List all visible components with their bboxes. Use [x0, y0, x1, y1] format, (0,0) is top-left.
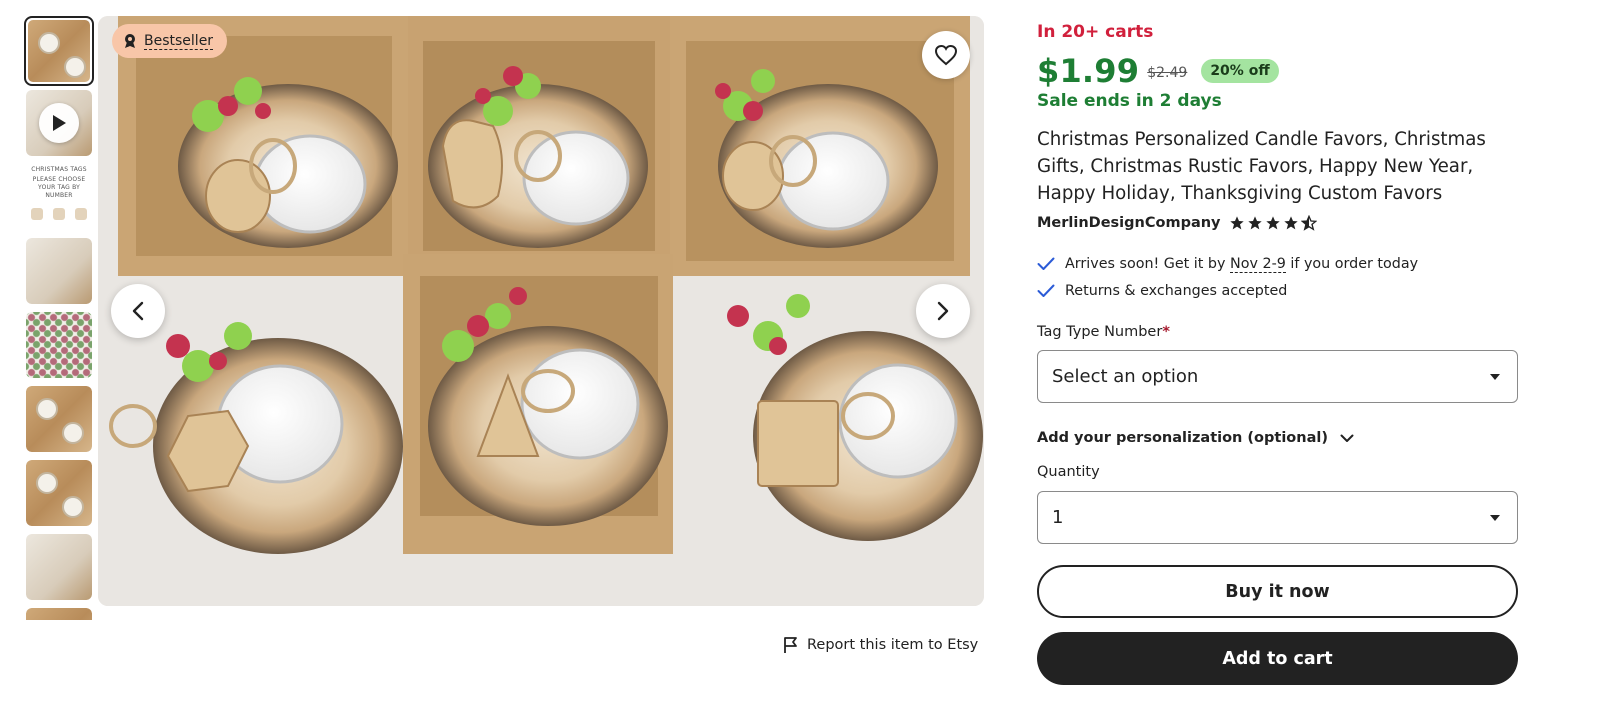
play-icon [39, 103, 79, 143]
tag-type-label: Tag Type Number* [1037, 324, 1170, 340]
rating-stars[interactable] [1229, 215, 1317, 231]
sale-ends-notice: Sale ends in 2 days [1037, 91, 1222, 111]
returns-info: Returns & exchanges accepted [1037, 283, 1287, 299]
shop-name-link[interactable]: MerlinDesignCompany [1037, 215, 1221, 231]
thumbnail-image [28, 20, 90, 82]
thumbnail-image [26, 608, 92, 620]
caret-down-icon [1490, 373, 1500, 380]
thumbnail-4[interactable] [26, 238, 92, 304]
discount-badge: 20% off [1201, 59, 1279, 83]
add-to-cart-button[interactable]: Add to cart [1037, 632, 1518, 685]
personalization-label: Add your personalization (optional) [1037, 430, 1328, 446]
thumbnail-image [26, 312, 92, 378]
required-marker: * [1162, 324, 1170, 340]
caret-down-icon [1490, 514, 1500, 521]
in-carts-notice: In 20+ carts [1037, 22, 1154, 42]
arrival-info: Arrives soon! Get it by Nov 2-9 if you o… [1037, 256, 1419, 273]
buy-it-now-button[interactable]: Buy it now [1037, 565, 1518, 618]
bestseller-label: Bestseller [144, 32, 214, 50]
chevron-down-icon [1340, 434, 1354, 442]
tag-type-select[interactable]: Select an option [1037, 350, 1518, 403]
thumbnail-image [26, 460, 92, 526]
heart-icon [934, 44, 958, 66]
thumbnail-video[interactable] [26, 90, 92, 156]
bestseller-badge[interactable]: Bestseller [112, 24, 228, 58]
flag-icon [784, 637, 797, 653]
arrival-suffix: if you order today [1290, 256, 1419, 272]
report-label: Report this item to Etsy [807, 637, 979, 653]
next-image-button[interactable] [916, 284, 970, 338]
star-half-icon [1300, 215, 1317, 231]
thumbnail-strip: CHRISTMAS TAGS PLEASE CHOOSE YOUR TAG BY… [24, 16, 94, 620]
arrival-prefix: Arrives soon! Get it by [1065, 256, 1226, 272]
thumbnail-1[interactable] [24, 16, 94, 86]
thumbnail-5[interactable] [26, 312, 92, 378]
star-icon [1247, 216, 1262, 230]
sale-price: $1.99 [1037, 52, 1140, 90]
thumbnail-image [26, 386, 92, 452]
star-icon [1229, 216, 1244, 230]
thumbnail-8[interactable] [26, 534, 92, 600]
quantity-label: Quantity [1037, 464, 1100, 480]
chevron-right-icon [937, 301, 949, 321]
award-icon [125, 34, 135, 48]
product-photo [98, 16, 984, 606]
check-icon [1037, 257, 1055, 270]
personalization-toggle[interactable]: Add your personalization (optional) [1037, 430, 1354, 446]
star-icon [1283, 216, 1298, 230]
listing-title: Christmas Personalized Candle Favors, Ch… [1037, 129, 1486, 204]
chevron-left-icon [132, 301, 144, 321]
quantity-select[interactable]: 1 [1037, 491, 1518, 544]
price-row: $1.99 $2.49 20% off [1037, 52, 1279, 90]
main-product-image [98, 16, 984, 606]
report-item-link[interactable]: Report this item to Etsy [783, 636, 978, 654]
thumbnail-caption: CHRISTMAS TAGS [31, 166, 87, 173]
star-icon [1265, 216, 1280, 230]
original-price: $2.49 [1147, 65, 1188, 81]
thumbnail-image [26, 534, 92, 600]
shop-row: MerlinDesignCompany [1037, 215, 1317, 231]
arrival-date[interactable]: Nov 2-9 [1230, 256, 1286, 273]
thumbnail-6[interactable] [26, 386, 92, 452]
thumbnail-caption: PLEASE CHOOSE YOUR TAG BY NUMBER [32, 176, 86, 199]
thumbnail-3[interactable]: CHRISTMAS TAGS PLEASE CHOOSE YOUR TAG BY… [26, 164, 92, 230]
tag-type-value: Select an option [1052, 366, 1199, 387]
thumbnail-7[interactable] [26, 460, 92, 526]
favorite-button[interactable] [922, 31, 970, 79]
thumbnail-9[interactable] [26, 608, 92, 620]
thumbnail-image: CHRISTMAS TAGS PLEASE CHOOSE YOUR TAG BY… [26, 164, 92, 230]
thumbnail-image [26, 238, 92, 304]
tag-type-label-text: Tag Type Number [1037, 324, 1163, 340]
quantity-value: 1 [1052, 507, 1064, 528]
returns-label: Returns & exchanges accepted [1065, 283, 1288, 299]
check-icon [1037, 284, 1055, 297]
thumbnail-image [26, 90, 92, 156]
previous-image-button[interactable] [111, 284, 165, 338]
